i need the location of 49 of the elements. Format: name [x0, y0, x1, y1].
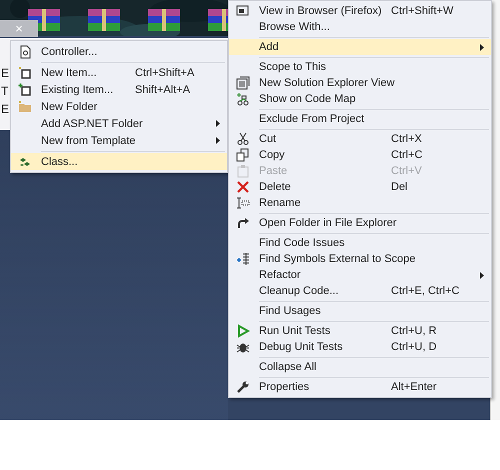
menu-item[interactable]: Properties Alt+Enter: [229, 379, 491, 395]
menu-item[interactable]: Cleanup Code... Ctrl+E, Ctrl+C: [229, 283, 491, 299]
menu-item[interactable]: Cut Ctrl+X: [229, 131, 491, 147]
menu-item[interactable]: New Solution Explorer View: [229, 75, 491, 91]
menu-item[interactable]: Find Symbols External to Scope: [229, 251, 491, 267]
window-icon: [236, 76, 250, 90]
delete-icon: [236, 180, 250, 194]
menu-item[interactable]: Run Unit Tests Ctrl+U, R: [229, 323, 491, 339]
menu-item[interactable]: Existing Item... Shift+Alt+A: [11, 81, 227, 98]
menu-item[interactable]: Debug Unit Tests Ctrl+U, D: [229, 339, 491, 355]
scissors-icon: [236, 132, 250, 146]
menu-item[interactable]: Open Folder in File Explorer: [229, 215, 491, 231]
symbols-icon: [236, 252, 250, 266]
menu-item[interactable]: New Folder: [11, 98, 227, 115]
menu-item[interactable]: Collapse All: [229, 359, 491, 375]
editor-text: E: [1, 102, 10, 116]
menu-item[interactable]: Rename: [229, 195, 491, 211]
browser-icon: [236, 4, 250, 18]
document-icon: [18, 44, 32, 58]
existing-item-icon: [18, 82, 32, 96]
menu-item[interactable]: Copy Ctrl+C: [229, 147, 491, 163]
folder-icon: [18, 100, 32, 114]
archive-icon[interactable]: [87, 8, 121, 32]
menu-item[interactable]: Browse With...: [229, 19, 491, 35]
play-icon: [236, 324, 250, 338]
menu-item[interactable]: View in Browser (Firefox) Ctrl+Shift+W: [229, 3, 491, 19]
menu-item[interactable]: Add ASP.NET Folder: [11, 115, 227, 132]
redo-arrow-icon: [236, 216, 250, 230]
rename-icon: [236, 196, 250, 210]
menu-item[interactable]: Find Code Issues: [229, 235, 491, 251]
menu-item[interactable]: Add: [229, 39, 491, 55]
wrench-icon: [236, 380, 250, 394]
menu-item[interactable]: Scope to This: [229, 59, 491, 75]
archive-icon[interactable]: [147, 8, 181, 32]
editor-text: T: [1, 84, 10, 98]
menu-item[interactable]: Controller...: [11, 43, 227, 60]
editor-text: E: [1, 66, 10, 80]
paste-icon: [236, 164, 250, 178]
menu-item[interactable]: Show on Code Map: [229, 91, 491, 107]
menu-item[interactable]: New from Template: [11, 132, 227, 149]
menu-item[interactable]: Exclude From Project: [229, 111, 491, 127]
menu-item[interactable]: Class...: [11, 153, 227, 170]
menu-item[interactable]: Refactor: [229, 267, 491, 283]
menu-item[interactable]: New Item... Ctrl+Shift+A: [11, 64, 227, 81]
new-item-icon: [18, 66, 32, 80]
menu-item[interactable]: Find Usages: [229, 303, 491, 319]
copy-icon: [236, 148, 250, 162]
menu-item[interactable]: Delete Del: [229, 179, 491, 195]
code-map-icon: [236, 92, 250, 106]
